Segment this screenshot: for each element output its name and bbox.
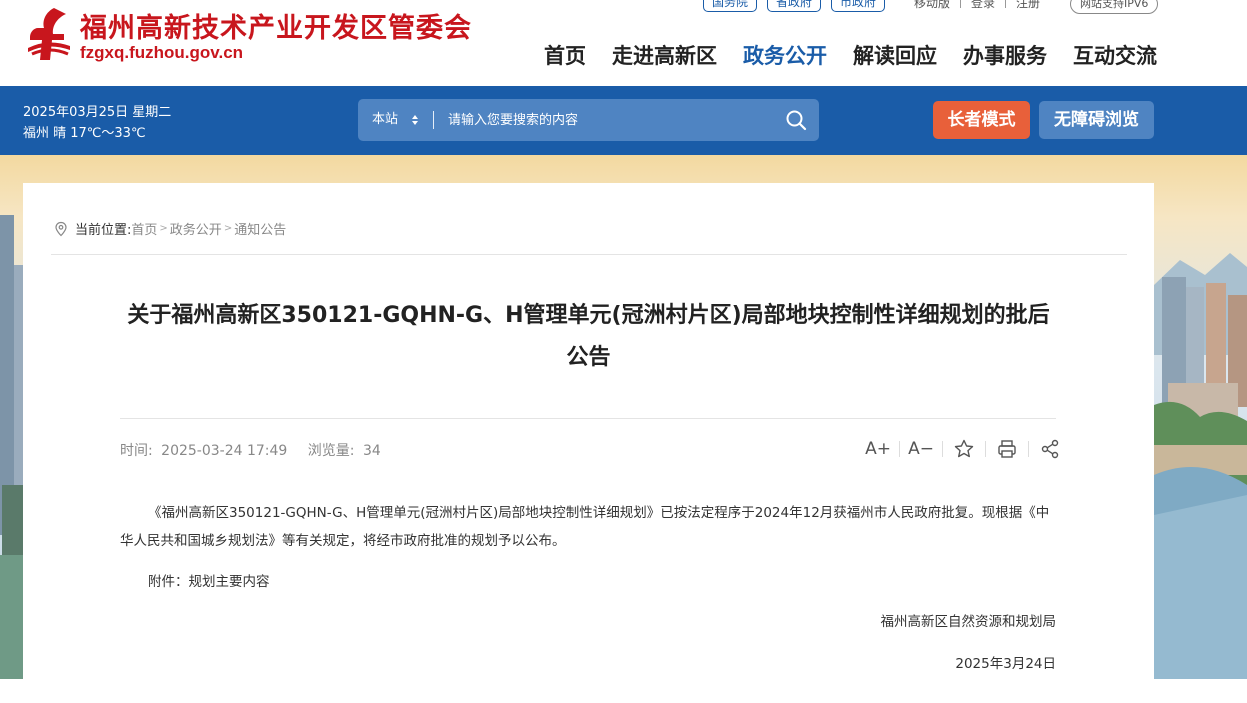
weather-info: 福州 晴 17℃～33℃ (23, 126, 146, 141)
search-icon[interactable] (784, 108, 808, 132)
breadcrumb-separator: > (159, 223, 168, 234)
font-smaller-label: A− (908, 439, 934, 459)
location-pin-icon (55, 221, 67, 236)
divider (120, 418, 1056, 419)
divider (1028, 441, 1029, 457)
nav-services[interactable]: 办事服务 (963, 40, 1047, 70)
gov-link-province[interactable]: 省政府 (767, 0, 822, 12)
gov-link-state-council[interactable]: 国务院 (703, 0, 758, 12)
breadcrumb-separator: > (223, 223, 233, 234)
time-label: 时间: (120, 443, 153, 459)
font-larger-label: A+ (865, 439, 891, 459)
nav-interpretation[interactable]: 解读回应 (853, 40, 937, 70)
article-title: 关于福州高新区350121-GQHN-G、H管理单元(冠洲村片区)局部地块控制性… (127, 303, 1050, 370)
time-value: 2025-03-24 17:49 (161, 443, 288, 459)
gov-link-city[interactable]: 市政府 (831, 0, 886, 12)
divider (433, 111, 434, 129)
font-smaller-icon[interactable]: A− (908, 437, 934, 461)
share-icon[interactable] (1038, 437, 1062, 461)
search-input[interactable] (446, 99, 776, 141)
article-body: 《福州高新区350121-GQHN-G、H管理单元(冠洲村片区)局部地块控制性详… (120, 499, 1056, 555)
divider (942, 441, 943, 457)
article-meta: 时间: 2025-03-24 17:49 浏览量: 34 (120, 440, 385, 460)
views-value: 34 (362, 443, 381, 459)
register-link[interactable]: 注册 (1016, 0, 1040, 11)
breadcrumb-home[interactable]: 首页 (131, 219, 157, 238)
gov-links: 国务院 省政府 市政府 (703, 0, 886, 12)
nav-about[interactable]: 走进高新区 (612, 40, 717, 70)
elder-mode-button[interactable]: 长者模式 (933, 101, 1030, 139)
search-box: 本站 (358, 99, 819, 141)
article-paragraph: 《福州高新区350121-GQHN-G、H管理单元(冠洲村片区)局部地块控制性详… (120, 505, 1050, 549)
print-icon[interactable] (995, 437, 1019, 461)
divider (1005, 0, 1007, 8)
breadcrumb-gov-affairs[interactable]: 政务公开 (170, 219, 222, 238)
search-scope-select[interactable]: 本站 (372, 99, 398, 141)
current-date: 2025年03月25日 星期二 (23, 105, 172, 120)
login-link[interactable]: 登录 (971, 0, 995, 11)
mobile-version-link[interactable]: 移动版 (914, 0, 950, 11)
accessible-browse-button[interactable]: 无障碍浏览 (1039, 101, 1154, 139)
ipv6-badge: 网站支持IPV6 (1070, 0, 1159, 14)
favorite-star-icon[interactable] (952, 437, 976, 461)
breadcrumb-notices[interactable]: 通知公告 (234, 219, 286, 238)
divider (960, 0, 962, 8)
breadcrumb: 当前位置: 首页 > 政务公开 > 通知公告 (53, 219, 286, 238)
site-domain: fzgxq.fuzhou.gov.cn (80, 43, 244, 62)
star-icon (954, 439, 974, 458)
attachment-link[interactable]: 附件：规划主要内容 (148, 570, 270, 590)
share-nodes-icon (1041, 439, 1059, 459)
main-nav: 首页 走进高新区 政务公开 解读回应 办事服务 互动交流 (544, 40, 1157, 70)
printer-icon (998, 440, 1016, 458)
nav-home[interactable]: 首页 (544, 40, 586, 70)
divider (51, 254, 1127, 255)
signature-date: 2025年3月24日 (955, 656, 1056, 672)
utility-links: 移动版 登录 注册 (914, 0, 1040, 11)
views-label: 浏览量: (307, 443, 355, 459)
nav-interaction[interactable]: 互动交流 (1073, 40, 1157, 70)
nav-gov-affairs[interactable]: 政务公开 (743, 40, 827, 70)
sort-arrows-icon[interactable] (411, 114, 419, 126)
divider (985, 441, 986, 457)
top-bar: 2025年03月25日 星期二 福州 晴 17℃～33℃ 本站 长者模式 无障碍… (0, 86, 1247, 155)
article-card: 当前位置: 首页 > 政务公开 > 通知公告 关于福州高新区350121-GQH… (23, 183, 1154, 703)
divider (899, 441, 900, 457)
article-tools: A+ A− (865, 437, 1062, 461)
site-header: 福州高新技术产业开发区管委会 fzgxq.fuzhou.gov.cn 国务院 省… (0, 0, 1247, 86)
site-name[interactable]: 福州高新技术产业开发区管委会 (80, 6, 472, 45)
site-logo-icon[interactable] (24, 4, 72, 64)
breadcrumb-label: 当前位置: (75, 223, 132, 238)
font-larger-icon[interactable]: A+ (865, 437, 891, 461)
signature-organization: 福州高新区自然资源和规划局 (880, 614, 1057, 630)
